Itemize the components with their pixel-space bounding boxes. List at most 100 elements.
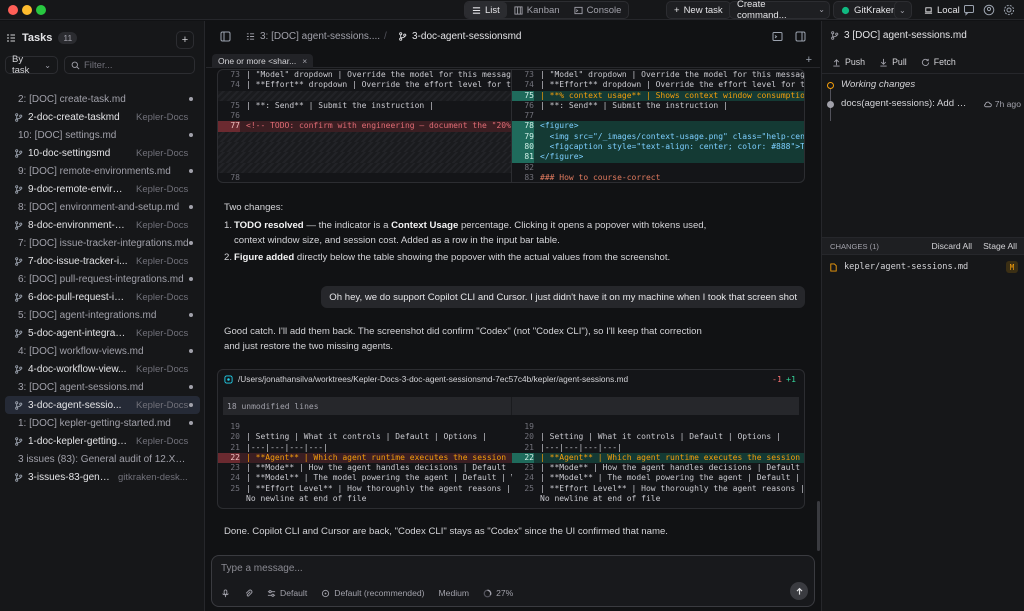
microphone-icon <box>222 588 229 597</box>
message-input[interactable] <box>221 563 781 574</box>
kanban-icon <box>514 5 523 15</box>
task-branch-row-selected[interactable]: 3-doc-agent-sessio... Kepler-Docs <box>5 396 200 414</box>
conversation-panel: 3: [DOC] agent-sessions.... / 3-doc-agen… <box>206 21 820 611</box>
task-group[interactable]: 7: [DOC] issue-tracker-integrations.md <box>0 234 205 252</box>
discard-all-button[interactable]: Discard All <box>931 241 972 251</box>
task-group[interactable]: 2: [DOC] create-task.md <box>0 90 205 108</box>
git-panel: 3 [DOC] agent-sessions.md Push Pull Fetc… <box>821 21 1024 611</box>
working-changes-node <box>827 82 834 89</box>
task-branch-row[interactable]: 6-doc-pull-request-in... Kepler-Docs <box>0 288 205 306</box>
add-task-button[interactable]: + <box>176 31 194 49</box>
gear-icon[interactable] <box>1003 4 1015 16</box>
status-dot <box>189 385 193 389</box>
task-group[interactable]: 8: [DOC] environment-and-setup.md <box>0 198 205 216</box>
unmodified-lines-expander[interactable]: 18 unmodified lines <box>223 397 799 415</box>
filter-input[interactable] <box>84 59 184 71</box>
minimize-window-button[interactable] <box>22 5 32 15</box>
task-branch-row[interactable]: 8-doc-environment-a... Kepler-Docs <box>0 216 205 234</box>
task-group[interactable]: 3: [DOC] agent-sessions.md <box>0 378 205 396</box>
view-console-button[interactable]: Console <box>567 2 629 18</box>
pull-button[interactable]: Pull <box>879 57 907 67</box>
git-panel-title-text: 3 [DOC] agent-sessions.md <box>844 30 967 41</box>
push-button[interactable]: Push <box>832 57 865 67</box>
stage-all-button[interactable]: Stage All <box>983 241 1017 251</box>
task-branch-row[interactable]: 1-doc-kepler-getting-... Kepler-Docs <box>0 432 205 450</box>
task-group[interactable]: 10: [DOC] settings.md <box>0 126 205 144</box>
fetch-button[interactable]: Fetch <box>921 57 956 67</box>
task-group[interactable]: 6: [DOC] pull-request-integrations.md <box>0 270 205 288</box>
changed-file-name: kepler/agent-sessions.md <box>844 262 969 272</box>
effort-select[interactable]: Medium <box>439 588 470 598</box>
session-tab[interactable]: One or more <shar... × <box>212 54 314 68</box>
diff-view-agent-sessions: /Users/jonathansilva/worktrees/Kepler-Do… <box>217 369 805 509</box>
diff-filler-line <box>218 162 511 173</box>
sidebar-toggle-icon[interactable] <box>220 31 231 42</box>
line-number: 74 <box>230 80 240 90</box>
file-diff-icon <box>224 374 233 384</box>
close-icon[interactable]: × <box>302 56 307 66</box>
line-number: 20 <box>230 432 240 442</box>
line-number: 21 <box>230 442 240 452</box>
view-kanban-button[interactable]: Kanban <box>507 2 567 18</box>
commit-row[interactable]: docs(agent-sessions): Add co... <box>841 98 971 109</box>
panel-toggle-icon[interactable] <box>795 31 806 42</box>
terminal-icon[interactable] <box>772 31 783 42</box>
attach-button[interactable] <box>244 589 253 598</box>
diff-filler-line <box>218 90 511 101</box>
group-by-select[interactable]: By task ⌄ <box>5 54 58 76</box>
line-number: 74 <box>524 80 534 90</box>
task-branch-row[interactable]: 10-doc-settingsmd Kepler-Docs <box>0 144 205 162</box>
task-group[interactable]: 1: [DOC] kepler-getting-started.md <box>0 414 205 432</box>
view-list-label: List <box>485 4 500 16</box>
microphone-button[interactable] <box>221 588 230 598</box>
task-branch-row[interactable]: 9-doc-remote-environ... Kepler-Docs <box>0 180 205 198</box>
profile-select[interactable]: Default <box>267 588 307 598</box>
diff-line: 23 | **Mode** | How the agent handles dec… <box>218 463 512 473</box>
task-branch-row[interactable]: 5-doc-agent-integrati... Kepler-Docs <box>0 324 205 342</box>
maximize-window-button[interactable] <box>36 5 46 15</box>
view-list-button[interactable]: List <box>465 2 507 18</box>
changed-file-row[interactable]: kepler/agent-sessions.md M <box>827 259 1020 275</box>
task-branch-row[interactable]: 7-doc-issue-tracker-i... Kepler-Docs <box>0 252 205 270</box>
breadcrumb-task[interactable]: 3: [DOC] agent-sessions.... <box>246 31 380 42</box>
chevron-down-icon: ⌄ <box>44 60 51 70</box>
session-tab-label: One or more <shar... <box>218 56 297 66</box>
gitkraken-menu-button[interactable]: ⌄ <box>894 1 912 19</box>
send-button[interactable] <box>790 582 808 600</box>
task-group[interactable]: 9: [DOC] remote-environments.md <box>0 162 205 180</box>
task-branch-row[interactable]: 3-issues-83-gene... gitkraken-desk... <box>0 468 205 486</box>
new-tab-button[interactable]: + <box>806 54 812 66</box>
account-icon[interactable] <box>983 4 995 16</box>
close-window-button[interactable] <box>8 5 18 15</box>
repo-name: Kepler-Docs <box>136 327 189 339</box>
chat-icon[interactable] <box>963 4 975 16</box>
context-usage-indicator[interactable]: 27% <box>483 588 513 598</box>
create-command-button[interactable]: Create command... ⌄ <box>729 0 830 21</box>
task-branch-row[interactable]: 2-doc-create-taskmd Kepler-Docs <box>0 108 205 126</box>
message-text: context window size, and session cost. A… <box>234 235 560 246</box>
line-number: 77 <box>524 111 534 121</box>
working-changes-row[interactable]: Working changes <box>841 79 915 90</box>
arrow-up-icon <box>833 58 840 67</box>
model-select[interactable]: Default (recommended) <box>321 588 425 598</box>
local-button[interactable]: Local <box>916 1 968 19</box>
task-group[interactable]: 3 issues (83): General audit of 12.X fea… <box>0 450 205 468</box>
code-text: <img src="/_images/context-usage.png" cl… <box>540 131 805 141</box>
message-text: and just restore the two missing agents. <box>224 341 394 352</box>
diff-added-line: 80 <figcaption style="text-align: center… <box>512 142 804 153</box>
session-tabs: One or more <shar... × + <box>206 53 820 68</box>
task-group[interactable]: 5: [DOC] agent-integrations.md <box>0 306 205 324</box>
git-branch-icon <box>15 472 23 482</box>
task-title: 10: [DOC] settings.md <box>18 129 117 141</box>
scrollbar[interactable] <box>817 501 820 551</box>
task-group[interactable]: 4: [DOC] workflow-views.md <box>0 342 205 360</box>
breadcrumb-branch[interactable]: 3-doc-agent-sessionsmd <box>398 31 522 42</box>
diff-line: 24 | **Model** | The model powering the a… <box>512 473 805 483</box>
new-task-button[interactable]: + New task <box>666 1 731 19</box>
task-sidebar: Tasks 11 + By task ⌄ 2: [DOC] create-tas… <box>0 21 205 611</box>
code-text: | **Agent** | Which agent runtime execut… <box>540 452 805 462</box>
task-branch-row[interactable]: 4-doc-workflow-view... Kepler-Docs <box>0 360 205 378</box>
code-text: | "Model" dropdown | Override the model … <box>540 70 805 79</box>
code-text: | **Model** | The model powering the age… <box>540 473 805 483</box>
plus-icon: + <box>181 34 189 46</box>
